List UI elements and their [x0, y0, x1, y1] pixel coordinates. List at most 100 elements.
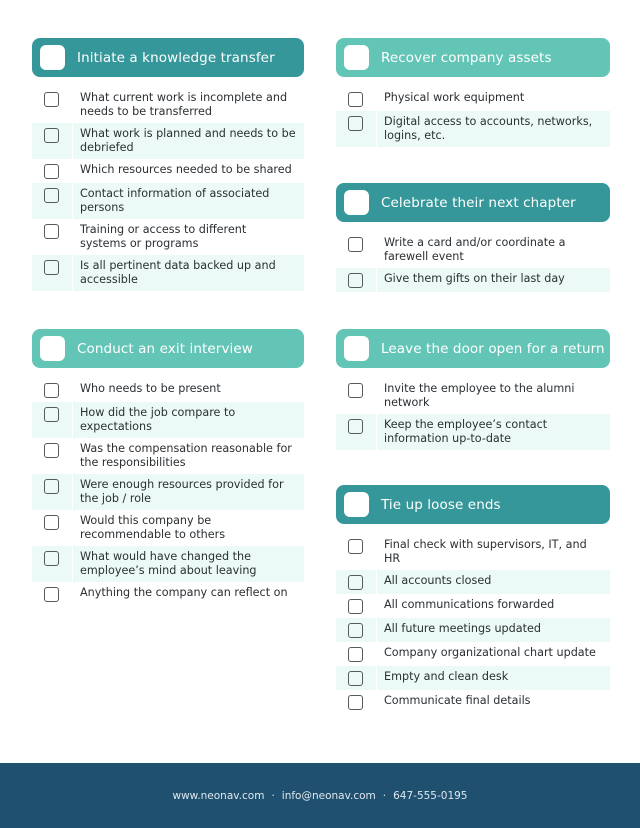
item-label: Which resources needed to be shared [80, 163, 292, 176]
item-label: Anything the company can reflect on [80, 586, 288, 599]
item-label: Write a card and/or coordinate a farewel… [384, 236, 566, 263]
checkbox[interactable] [44, 92, 59, 107]
checklist-item: Physical work equipment [336, 87, 610, 111]
item-label: Is all pertinent data backed up and acce… [80, 259, 276, 286]
section-door-open: Leave the door open for a return Invite … [336, 329, 610, 450]
checklist-item: What work is planned and needs to be deb… [32, 123, 304, 159]
footer-phone: 647-555-0195 [393, 789, 468, 802]
header-checkbox[interactable] [344, 45, 369, 70]
checkbox[interactable] [348, 273, 363, 288]
header-checkbox[interactable] [344, 190, 369, 215]
section-title: Tie up loose ends [381, 496, 501, 513]
section-celebrate: Celebrate their next chapter Write a car… [336, 183, 610, 292]
header-checkbox[interactable] [344, 336, 369, 361]
checkbox[interactable] [44, 128, 59, 143]
checkbox[interactable] [44, 443, 59, 458]
checkbox[interactable] [348, 575, 363, 590]
item-label: Would this company be recommendable to o… [80, 514, 226, 541]
checkbox[interactable] [348, 671, 363, 686]
checkbox[interactable] [44, 479, 59, 494]
checkbox[interactable] [348, 116, 363, 131]
checkbox[interactable] [44, 188, 59, 203]
checkbox[interactable] [44, 260, 59, 275]
footer-website[interactable]: www.neonav.com [173, 790, 265, 802]
checkbox[interactable] [44, 164, 59, 179]
section-loose-ends: Tie up loose ends Final check with super… [336, 485, 610, 714]
section-title: Leave the door open for a return [381, 340, 605, 357]
item-label: Who needs to be present [80, 382, 221, 395]
item-label: Keep the employee’s contact information … [384, 418, 548, 445]
checklist-item: Who needs to be present [32, 378, 304, 402]
item-label: What work is planned and needs to be deb… [80, 127, 296, 154]
checkbox[interactable] [348, 695, 363, 710]
item-label: Digital access to accounts, networks, lo… [384, 115, 593, 142]
item-label: Communicate final details [384, 694, 531, 707]
checklist-item: Anything the company can reflect on [32, 582, 304, 606]
section-title: Initiate a knowledge transfer [77, 49, 275, 66]
checkbox[interactable] [44, 587, 59, 602]
checklist-item: Empty and clean desk [336, 666, 610, 690]
header-checkbox[interactable] [344, 492, 369, 517]
checkbox[interactable] [348, 237, 363, 252]
checklist-item: Was the compensation reasonable for the … [32, 438, 304, 474]
checkbox[interactable] [44, 551, 59, 566]
checklist-item: What current work is incomplete and need… [32, 87, 304, 123]
section-title: Celebrate their next chapter [381, 194, 576, 211]
item-label: How did the job compare to expectations [80, 406, 236, 433]
section-header: Celebrate their next chapter [336, 183, 610, 222]
item-label: Were enough resources provided for the j… [80, 478, 284, 505]
item-label: All future meetings updated [384, 622, 541, 635]
checkbox[interactable] [44, 383, 59, 398]
item-label: Empty and clean desk [384, 670, 509, 683]
item-label: All accounts closed [384, 574, 492, 587]
item-label: Contact information of associated person… [80, 187, 270, 214]
header-checkbox[interactable] [40, 336, 65, 361]
checkbox[interactable] [348, 419, 363, 434]
checklist-item: What would have changed the employee’s m… [32, 546, 304, 582]
checkbox[interactable] [44, 407, 59, 422]
checklist-item: Company organizational chart update [336, 642, 610, 666]
checklist-item: Would this company be recommendable to o… [32, 510, 304, 546]
checkbox[interactable] [348, 647, 363, 662]
checkbox[interactable] [348, 383, 363, 398]
checkbox[interactable] [348, 539, 363, 554]
checklist-item: Communicate final details [336, 690, 610, 714]
item-label: Training or access to different systems … [80, 223, 247, 250]
section-header: Initiate a knowledge transfer [32, 38, 304, 77]
checklist-item: All future meetings updated [336, 618, 610, 642]
checkbox[interactable] [348, 92, 363, 107]
checklist-item: How did the job compare to expectations [32, 402, 304, 438]
item-label: Final check with supervisors, IT, and HR [384, 538, 587, 565]
section-header: Leave the door open for a return [336, 329, 610, 368]
section-exit-interview: Conduct an exit interview Who needs to b… [32, 329, 304, 606]
footer-email[interactable]: info@neonav.com [282, 790, 376, 802]
section-title: Conduct an exit interview [77, 340, 253, 357]
checklist-item: Is all pertinent data backed up and acce… [32, 255, 304, 291]
checklist-item: Which resources needed to be shared [32, 159, 304, 183]
section-header: Recover company assets [336, 38, 610, 77]
checklist-item: Contact information of associated person… [32, 183, 304, 219]
checkbox[interactable] [44, 224, 59, 239]
section-header: Tie up loose ends [336, 485, 610, 524]
footer-separator: · [271, 789, 275, 802]
checklist-item: All accounts closed [336, 570, 610, 594]
item-label: Company organizational chart update [384, 646, 596, 659]
item-label: Invite the employee to the alumni networ… [384, 382, 575, 409]
checklist-item: Were enough resources provided for the j… [32, 474, 304, 510]
checklist-item: Final check with supervisors, IT, and HR [336, 534, 610, 570]
section-title: Recover company assets [381, 49, 552, 66]
item-label: Physical work equipment [384, 91, 525, 104]
footer: www.neonav.com · info@neonav.com · 647-5… [0, 763, 640, 828]
checklist-item: Invite the employee to the alumni networ… [336, 378, 610, 414]
checkbox[interactable] [348, 599, 363, 614]
item-label: All communications forwarded [384, 598, 555, 611]
checklist-item: All communications forwarded [336, 594, 610, 618]
item-label: Was the compensation reasonable for the … [80, 442, 292, 469]
checklist-item: Keep the employee’s contact information … [336, 414, 610, 450]
footer-separator: · [382, 789, 387, 802]
checkbox[interactable] [44, 515, 59, 530]
header-checkbox[interactable] [40, 45, 65, 70]
checkbox[interactable] [348, 623, 363, 638]
item-label: Give them gifts on their last day [384, 272, 565, 285]
checklist-item: Write a card and/or coordinate a farewel… [336, 232, 610, 268]
